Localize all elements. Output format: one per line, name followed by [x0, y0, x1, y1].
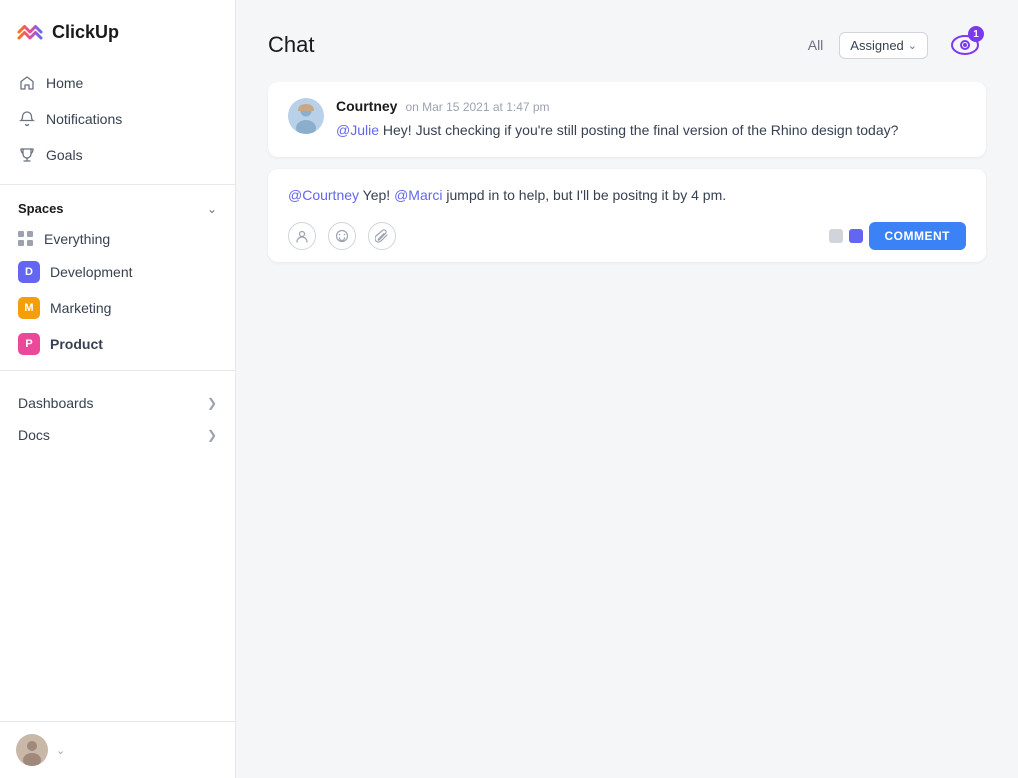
spaces-chevron-icon: ⌄	[207, 202, 217, 216]
docs-label: Docs	[18, 427, 50, 443]
sidebar-nav: Home Notifications Goals	[0, 62, 235, 176]
product-label: Product	[50, 336, 103, 352]
divider-2	[0, 370, 235, 371]
divider-1	[0, 184, 235, 185]
reply-tools	[288, 222, 396, 250]
sidebar-item-docs[interactable]: Docs ❯	[8, 419, 227, 451]
sidebar-item-product[interactable]: P Product	[8, 326, 227, 362]
message-1-body: Courtney on Mar 15 2021 at 1:47 pm @Juli…	[336, 98, 966, 141]
everything-label: Everything	[44, 231, 110, 247]
sidebar-item-notifications[interactable]: Notifications	[8, 102, 227, 136]
marketing-label: Marketing	[50, 300, 111, 316]
sidebar-item-home-label: Home	[46, 75, 83, 91]
sidebar-item-marketing[interactable]: M Marketing	[8, 290, 227, 326]
marketing-badge: M	[18, 297, 40, 319]
filter-all[interactable]: All	[808, 37, 824, 53]
filter-assigned-button[interactable]: Assigned ⌄	[839, 32, 928, 59]
comment-button[interactable]: COMMENT	[869, 222, 967, 250]
sidebar-item-goals-label: Goals	[46, 147, 83, 163]
sidebar-item-notifications-label: Notifications	[46, 111, 122, 127]
dashboards-label: Dashboards	[18, 395, 94, 411]
product-badge: P	[18, 333, 40, 355]
user-menu-chevron-icon[interactable]: ⌄	[56, 744, 65, 757]
development-badge: D	[18, 261, 40, 283]
mention-courtney: @Courtney	[288, 187, 359, 203]
watch-count-badge: 1	[968, 26, 984, 42]
user-avatar[interactable]	[16, 734, 48, 766]
chat-header: Chat All Assigned ⌄ 1	[236, 0, 1018, 82]
docs-chevron-icon: ❯	[207, 428, 217, 442]
logo: ClickUp	[0, 0, 235, 62]
app-name: ClickUp	[52, 22, 119, 43]
sidebar-sections: Dashboards ❯ Docs ❯	[0, 383, 235, 455]
mention-tool-button[interactable]	[288, 222, 316, 250]
sidebar-item-dashboards[interactable]: Dashboards ❯	[8, 387, 227, 419]
message-1-avatar	[288, 98, 324, 134]
message-1-text: @Julie Hey! Just checking if you're stil…	[336, 120, 966, 141]
clickup-logo-icon	[16, 18, 44, 46]
spaces-label: Spaces	[18, 201, 64, 216]
reply-footer: COMMENT	[288, 222, 966, 250]
reply-text-mid1: Yep!	[363, 187, 394, 203]
chat-messages: Courtney on Mar 15 2021 at 1:47 pm @Juli…	[236, 82, 1018, 778]
sidebar-item-home[interactable]: Home	[8, 66, 227, 100]
reply-text: @Courtney Yep! @Marci jumpd in to help, …	[288, 185, 966, 206]
message-1-content: Hey! Just checking if you're still posti…	[383, 122, 899, 138]
mention-marci: @Marci	[394, 187, 442, 203]
chat-title: Chat	[268, 32, 792, 58]
development-label: Development	[50, 264, 133, 280]
emoji-tool-button[interactable]	[328, 222, 356, 250]
color-swatch-gray[interactable]	[829, 229, 843, 243]
message-1-time: on Mar 15 2021 at 1:47 pm	[405, 100, 549, 114]
sidebar-item-development[interactable]: D Development	[8, 254, 227, 290]
message-1-author: Courtney	[336, 98, 397, 114]
home-icon	[18, 74, 36, 92]
dashboards-chevron-icon: ❯	[207, 396, 217, 410]
sidebar-footer: ⌄	[0, 721, 235, 778]
bell-icon	[18, 110, 36, 128]
message-1: Courtney on Mar 15 2021 at 1:47 pm @Juli…	[268, 82, 986, 157]
filter-chevron-icon: ⌄	[908, 39, 917, 52]
grid-icon	[18, 231, 34, 247]
trophy-icon	[18, 146, 36, 164]
reply-actions: COMMENT	[829, 222, 967, 250]
reply-box: @Courtney Yep! @Marci jumpd in to help, …	[268, 169, 986, 262]
mention-julie: @Julie	[336, 122, 379, 138]
reply-text-mid2: jumpd in to help, but I'll be positng it…	[446, 187, 726, 203]
sidebar-item-goals[interactable]: Goals	[8, 138, 227, 172]
attachment-tool-button[interactable]	[368, 222, 396, 250]
sidebar: ClickUp Home Notifications Goals Spaces	[0, 0, 236, 778]
spaces-header[interactable]: Spaces ⌄	[0, 193, 235, 224]
color-swatch-blue[interactable]	[849, 229, 863, 243]
main-content: Chat All Assigned ⌄ 1	[236, 0, 1018, 778]
watch-button[interactable]: 1	[944, 24, 986, 66]
sidebar-item-everything[interactable]: Everything	[8, 224, 227, 254]
